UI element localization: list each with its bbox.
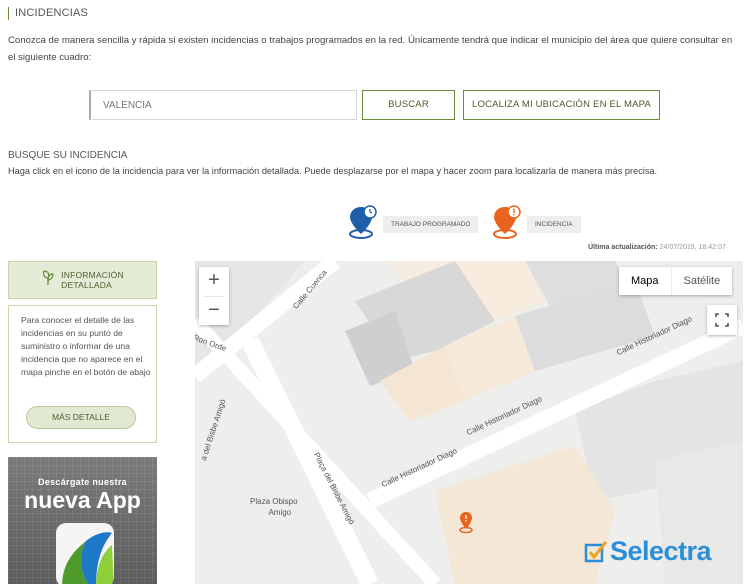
fullscreen-icon (715, 313, 729, 327)
app-logo-icon (56, 523, 114, 584)
zoom-in-button[interactable]: + (199, 267, 229, 296)
detailed-info-title: INFORMACIÓN DETALLADA (61, 270, 124, 290)
municipality-search-input[interactable] (89, 90, 357, 120)
map-zoom-controls: + − (199, 267, 229, 325)
app-download-banner[interactable]: Descárgate nuestra nueva App (8, 457, 157, 584)
place-label-plaza-line2: Amigo (268, 508, 292, 517)
search-button[interactable]: BUSCAR (362, 90, 455, 120)
place-label-plaza-line1: Plaza Obispo (250, 497, 298, 506)
map-type-control: Mapa Satélite (619, 267, 733, 295)
detailed-info-text: Para conocer el detalle de las incidenci… (21, 315, 151, 377)
section-title: INCIDENCIAS (8, 7, 88, 20)
app-banner-line2: nueva App (24, 487, 141, 513)
last-update-label: Última actualización: (588, 244, 658, 251)
map-type-satellite-button[interactable]: Satélite (670, 267, 733, 295)
detailed-info-title-line1: INFORMACIÓN (61, 270, 124, 280)
incidents-description: Haga click en el icono de la incidencia … (8, 166, 658, 176)
incidence-pin-icon (489, 203, 525, 246)
incidents-subtitle: BUSQUE SU INCIDENCIA (8, 150, 128, 161)
locate-me-button[interactable]: LOCALIZA MI UBICACIÓN EN EL MAPA (463, 90, 660, 120)
incidence-map-marker[interactable] (457, 510, 475, 539)
checkbox-logo-icon (584, 540, 608, 562)
legend-scheduled-work: TRABAJO PROGRAMADO (345, 203, 479, 246)
more-detail-button[interactable]: MÁS DETALLE (26, 406, 136, 429)
detailed-info-box: Para conocer el detalle de las incidenci… (8, 305, 157, 443)
incidence-marker-icon (459, 512, 473, 534)
map-type-map-button[interactable]: Mapa (619, 267, 671, 295)
scheduled-work-pin-icon (345, 203, 381, 246)
legend-incidence: INCIDENCIA (489, 203, 581, 246)
detailed-info-header: INFORMACIÓN DETALLADA (8, 261, 157, 299)
fullscreen-button[interactable] (707, 305, 737, 335)
zoom-out-button[interactable]: − (199, 297, 229, 326)
leaf-plug-icon (41, 269, 55, 291)
app-banner-line1: Descárgate nuestra (38, 477, 127, 487)
last-update: Última actualización: 24/07/2019, 18:42:… (588, 244, 726, 251)
legend-label-scheduled: TRABAJO PROGRAMADO (383, 216, 479, 233)
detailed-info-title-line2: DETALLADA (61, 280, 112, 290)
watermark-text: Selectra (610, 536, 712, 566)
intro-text: Conozca de manera sencilla y rápida si e… (8, 35, 733, 63)
legend-label-incidence: INCIDENCIA (527, 216, 581, 233)
incidents-map[interactable]: Calle Cuenca Ron Orde a del Bisbe Amigó … (195, 261, 743, 584)
place-label-plaza-obispo: Plaza Obispo Amigo (250, 496, 298, 518)
last-update-value: 24/07/2019, 18:42:07 (659, 244, 726, 251)
selectra-watermark: Selectra (584, 536, 712, 567)
